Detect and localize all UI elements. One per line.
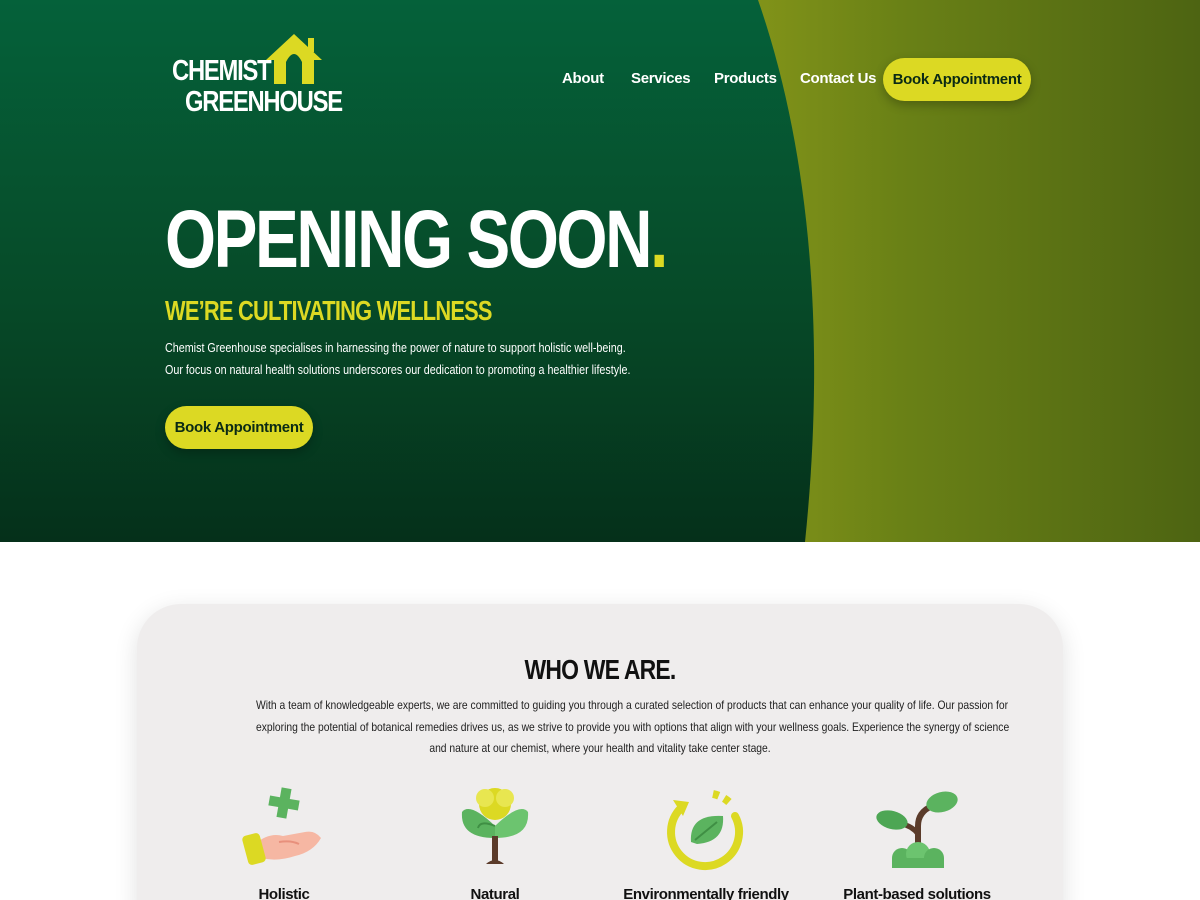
feature-label: Holistic [258, 886, 310, 900]
hero-description-line: Chemist Greenhouse specialises in harnes… [165, 341, 626, 355]
nav-book-appointment-button[interactable]: Book Appointment [883, 58, 1031, 101]
who-we-are-title-text: WHO WE ARE. [524, 654, 677, 685]
logo-text-line2: GREENHOUSE [185, 86, 343, 118]
feature-label: Natural [470, 886, 520, 900]
feature-label: Environmentally friendly [623, 886, 789, 900]
nav-products[interactable]: Products [714, 70, 777, 87]
sprout-icon [876, 791, 958, 868]
recycle-leaf-icon [667, 790, 743, 870]
hero-title-dot: . [650, 194, 668, 285]
feature-holistic: Holistic [184, 782, 384, 900]
who-description-line: and nature at our chemist, where your he… [429, 741, 771, 755]
hero-title-text: OPENING SOON [165, 194, 653, 285]
hand-cross-icon [242, 787, 321, 865]
hero-description-line: Our focus on natural health solutions un… [165, 363, 631, 377]
nav-services[interactable]: Services [631, 70, 691, 87]
nav-about[interactable]: About [562, 70, 604, 87]
feature-plant-based-solutions: Plant-based solutions [817, 782, 1017, 900]
nav-contact-us[interactable]: Contact Us [800, 70, 876, 87]
hero-title: OPENING SOON. [165, 194, 668, 285]
who-description-line: exploring the potential of botanical rem… [256, 719, 1010, 734]
feature-environmentally-friendly: Environmentally friendly [606, 782, 806, 900]
hero-section: CHEMIST GREENHOUSE About Services Produc… [0, 0, 1200, 542]
who-we-are-description: With a team of knowledgeable experts, we… [200, 695, 1010, 760]
hero-description: Chemist Greenhouse specialises in harnes… [165, 337, 705, 381]
who-description-line: With a team of knowledgeable experts, we… [256, 698, 1009, 712]
flower-plant-icon [461, 788, 529, 864]
who-we-are-title: WHO WE ARE. [0, 654, 1200, 686]
hero-subtitle: WE’RE CULTIVATING WELLNESS [165, 295, 493, 326]
feature-label: Plant-based solutions [843, 886, 991, 900]
feature-natural: Natural [395, 782, 595, 900]
hero-book-appointment-button[interactable]: Book Appointment [165, 406, 313, 449]
